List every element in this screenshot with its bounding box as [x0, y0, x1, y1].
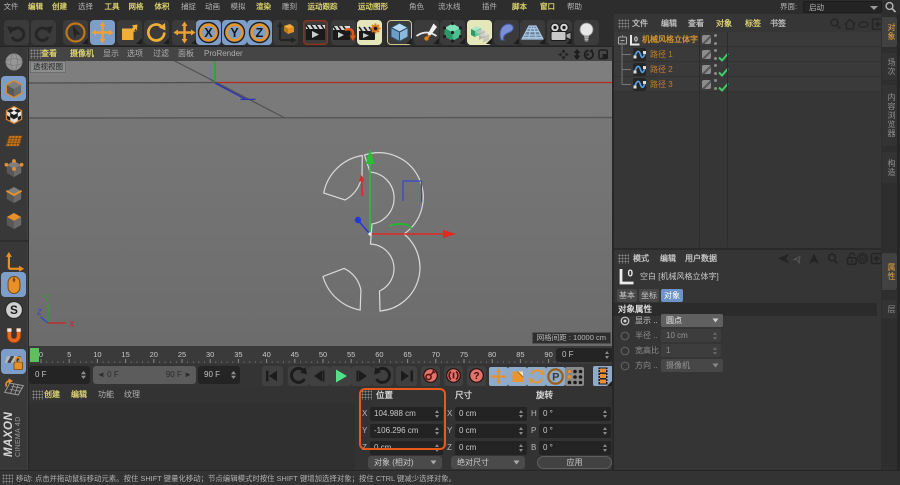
svg-text:0: 0: [628, 269, 634, 280]
svg-text:45: 45: [291, 350, 299, 359]
svg-text:40: 40: [262, 350, 270, 359]
svg-text:Y: Y: [230, 26, 239, 40]
svg-text:Z: Z: [256, 26, 264, 40]
svg-text:Z: Z: [37, 308, 42, 317]
svg-text:55: 55: [347, 350, 355, 359]
svg-text:Y: Y: [44, 294, 50, 303]
svg-text:0: 0: [39, 350, 43, 359]
svg-text:35: 35: [234, 350, 242, 359]
svg-text:25: 25: [178, 350, 186, 359]
svg-text:85: 85: [516, 350, 524, 359]
svg-text:X: X: [69, 320, 75, 329]
svg-text:20: 20: [150, 350, 158, 359]
svg-text:50: 50: [319, 350, 327, 359]
svg-text:10: 10: [93, 350, 101, 359]
svg-text:90: 90: [544, 350, 552, 359]
svg-text:5: 5: [67, 350, 71, 359]
svg-text:80: 80: [488, 350, 496, 359]
svg-text:?: ?: [473, 371, 479, 382]
svg-text:60: 60: [375, 350, 383, 359]
svg-text:P: P: [552, 372, 559, 384]
svg-text:65: 65: [403, 350, 411, 359]
svg-text:S: S: [10, 303, 18, 317]
svg-text:0: 0: [634, 37, 638, 44]
svg-text:X: X: [204, 26, 213, 40]
svg-text:75: 75: [460, 350, 468, 359]
svg-text:15: 15: [121, 350, 129, 359]
svg-text:70: 70: [432, 350, 440, 359]
svg-text:30: 30: [206, 350, 214, 359]
